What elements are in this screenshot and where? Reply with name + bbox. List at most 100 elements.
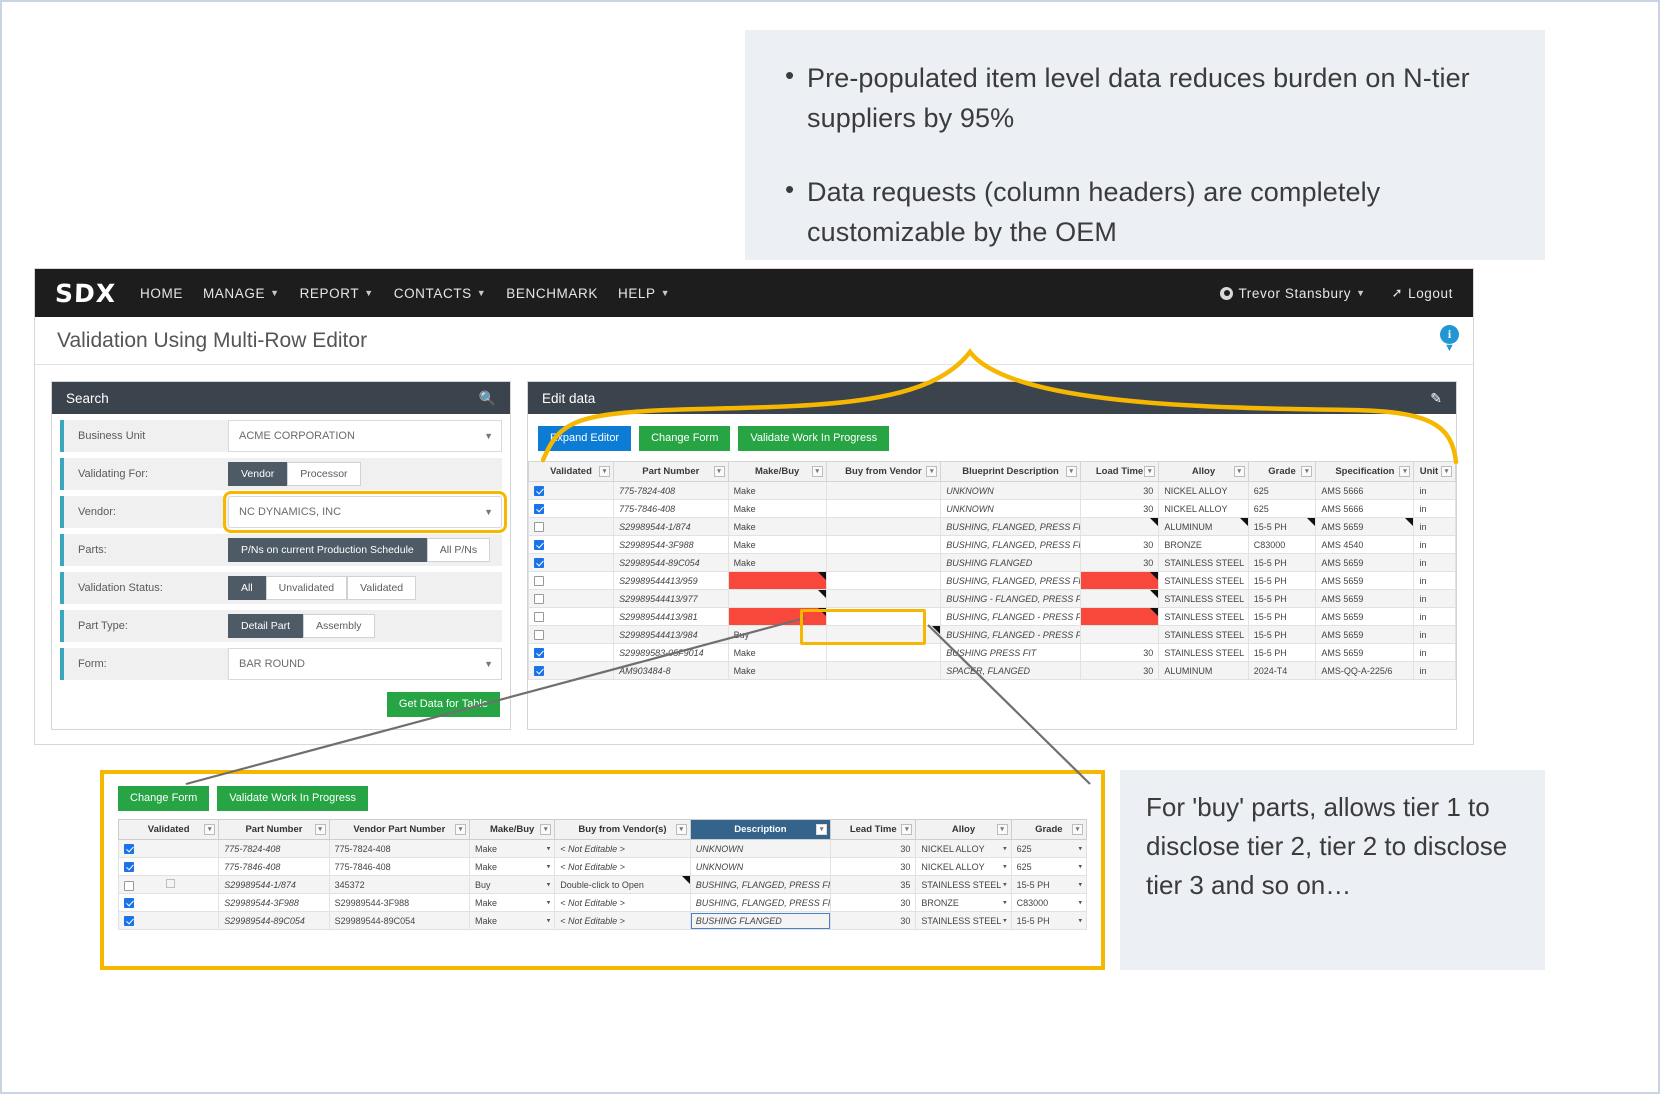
toggle-option-production-schedule[interactable]: P/Ns on current Production Schedule (228, 538, 427, 562)
cell-part-number[interactable]: S29989544-3F988 (613, 535, 729, 555)
cell-vendor-part-number[interactable]: S29989544-3F988 (328, 893, 471, 913)
toggle-option-vendor[interactable]: Vendor (228, 462, 288, 486)
row-detail-grid-icon[interactable] (166, 878, 175, 888)
col-header-load-time[interactable]: Load Time ▾ (1079, 461, 1160, 483)
nav-item-contacts[interactable]: CONTACTS ▼ (394, 286, 487, 301)
cell-description[interactable]: BUSHING, FLANGED, PRESS FIT (689, 875, 832, 895)
cell-load-time[interactable] (1079, 607, 1160, 627)
cell-grade[interactable]: 625 (1247, 481, 1317, 501)
table-row[interactable]: S29989544-3F988S29989544-3F988Make< Not … (117, 893, 1088, 913)
cell-grade[interactable]: C83000 (1247, 535, 1317, 555)
vendor-select[interactable]: NC DYNAMICS, INC ▼ (223, 491, 507, 533)
cell-buy-from-vendor[interactable] (825, 661, 942, 681)
cell-specification[interactable]: AMS 5659 (1315, 571, 1415, 591)
cell-make-buy[interactable]: Make (727, 661, 827, 681)
cell-load-time[interactable]: 30 (1079, 661, 1160, 681)
toggle-option-processor[interactable]: Processor (287, 462, 361, 486)
cell-buy-from-vendor[interactable] (825, 571, 942, 591)
expand-editor-button[interactable]: Expand Editor (538, 426, 632, 452)
column-filter-icon[interactable]: ▾ (996, 824, 1008, 836)
cell-description[interactable]: BUSHING FLANGED (689, 911, 832, 931)
column-filter-icon[interactable]: ▾ (811, 466, 823, 478)
cell-buy-from-vendor[interactable] (825, 589, 942, 609)
cell-buy-from-vendors[interactable]: < Not Editable > (554, 893, 691, 913)
cell-grade[interactable]: 15-5 PH (1247, 625, 1317, 645)
cell-buy-from-vendors[interactable]: < Not Editable > (554, 911, 691, 931)
cell-unit-of[interactable]: in (1413, 571, 1456, 591)
col-header-buy-from-vendor[interactable]: Buy from Vendor ▾ (825, 461, 942, 483)
checkbox-checked-icon[interactable] (534, 486, 544, 496)
cell-grade[interactable]: 625 (1010, 839, 1088, 859)
nav-item-home[interactable]: HOME (140, 286, 183, 301)
checkbox-checked-icon[interactable] (534, 558, 544, 568)
toggle-option-assembly[interactable]: Assembly (303, 614, 375, 638)
toggle-option-all-pns[interactable]: All P/Ns (426, 538, 491, 562)
column-filter-icon[interactable]: ▾ (1441, 466, 1452, 478)
table-row[interactable]: S29989544-1/874345372BuyDouble-click to … (117, 875, 1088, 895)
table-row[interactable]: S29989544413/981 BUSHING, FLANGED - PRESS… (527, 607, 1456, 627)
column-filter-icon[interactable]: ▾ (1065, 466, 1077, 478)
cell-make-buy[interactable]: Make (727, 643, 827, 663)
checkbox-unchecked-icon[interactable] (124, 880, 134, 891)
table-row[interactable]: S29989544-3F988 Make BUSHING, FLANGED, PRE… (527, 535, 1456, 555)
toggle-option-unvalidated[interactable]: Unvalidated (265, 576, 348, 600)
cell-blueprint-description[interactable]: UNKNOWN (940, 499, 1081, 519)
cell-unit-of[interactable]: in (1413, 625, 1456, 645)
cell-part-number[interactable]: S29989544413/981 (613, 607, 729, 627)
column-filter-icon[interactable]: ▾ (816, 824, 828, 836)
cell-validated[interactable] (527, 589, 615, 609)
cell-part-number[interactable]: AM903484-8 (613, 661, 729, 681)
cell-validated[interactable] (117, 857, 220, 877)
cell-validated[interactable] (527, 499, 615, 519)
cell-blueprint-description[interactable]: BUSHING PRESS FIT (940, 643, 1081, 663)
cell-load-time[interactable]: 30 (1079, 643, 1160, 663)
cell-vendor-part-number[interactable]: 775-7846-408 (328, 857, 471, 877)
cell-load-time[interactable]: 30 (1079, 481, 1160, 501)
cell-make-buy[interactable]: Make (469, 839, 556, 859)
cell-alloy[interactable]: STAINLESS STEEL (1158, 553, 1249, 573)
cell-validated[interactable] (527, 553, 615, 573)
cell-vendor-part-number[interactable]: S29989544-89C054 (328, 911, 471, 931)
cell-specification[interactable]: AMS 5659 (1315, 589, 1415, 609)
cell-part-number[interactable]: S29989544-1/874 (218, 875, 330, 895)
cell-make-buy[interactable] (727, 589, 827, 609)
cell-specification[interactable]: AMS 5666 (1315, 499, 1415, 519)
cell-lead-time[interactable]: 30 (830, 857, 917, 877)
toggle-option-detail-part[interactable]: Detail Part (228, 614, 304, 638)
cell-part-number[interactable]: S29989544-1/874 (613, 517, 729, 537)
table-row[interactable]: S29989544-89C054S29989544-89C054Make< No… (117, 911, 1088, 931)
cell-specification[interactable]: AMS 5659 (1315, 607, 1415, 627)
cell-validated[interactable] (527, 517, 615, 537)
table-row[interactable]: AM903484-8 Make SPACER, FLANGED 30 ALUMINUM 2… (527, 661, 1456, 681)
cell-grade[interactable]: 625 (1010, 857, 1088, 877)
col-header-part-number[interactable]: Part Number ▾ (613, 461, 729, 483)
cell-part-number[interactable]: S29989544-3F988 (218, 893, 330, 913)
cell-blueprint-description[interactable]: SPACER, FLANGED (940, 661, 1081, 681)
checkbox-checked-icon[interactable] (124, 844, 134, 854)
column-filter-icon[interactable]: ▾ (540, 824, 552, 836)
cell-grade[interactable]: 15-5 PH (1247, 553, 1317, 573)
detail-col-header-vendor-part-number[interactable]: Vendor Part Number ▾ (328, 819, 471, 841)
cell-description[interactable]: UNKNOWN (689, 839, 832, 859)
cell-make-buy[interactable]: Make (469, 893, 556, 913)
cell-grade[interactable]: 15-5 PH (1247, 589, 1317, 609)
cell-alloy[interactable]: STAINLESS STEEL (1158, 589, 1249, 609)
cell-validated[interactable] (527, 535, 615, 555)
column-filter-icon[interactable]: ▾ (204, 824, 216, 836)
detail-col-header-description[interactable]: Description ▾ (689, 819, 832, 841)
checkbox-checked-icon[interactable] (534, 666, 544, 676)
cell-part-number[interactable]: S29989544413/977 (613, 589, 729, 609)
cell-load-time[interactable] (1079, 589, 1160, 609)
cell-validated[interactable] (117, 875, 220, 895)
checkbox-unchecked-icon[interactable] (534, 612, 544, 622)
col-header-grade[interactable]: Grade ▾ (1247, 461, 1317, 483)
cell-unit-of[interactable]: in (1413, 661, 1456, 681)
cell-buy-from-vendors[interactable]: < Not Editable > (554, 857, 691, 877)
cell-make-buy[interactable]: Make (727, 553, 827, 573)
cell-unit-of[interactable]: in (1413, 553, 1456, 573)
cell-grade[interactable]: 15-5 PH (1247, 517, 1317, 537)
cell-alloy[interactable]: STAINLESS STEEL (1158, 571, 1249, 591)
cell-blueprint-description[interactable]: BUSHING, FLANGED, PRESS FIT (940, 571, 1081, 591)
cell-make-buy[interactable]: Make (727, 499, 827, 519)
column-filter-icon[interactable]: ▾ (455, 824, 467, 836)
